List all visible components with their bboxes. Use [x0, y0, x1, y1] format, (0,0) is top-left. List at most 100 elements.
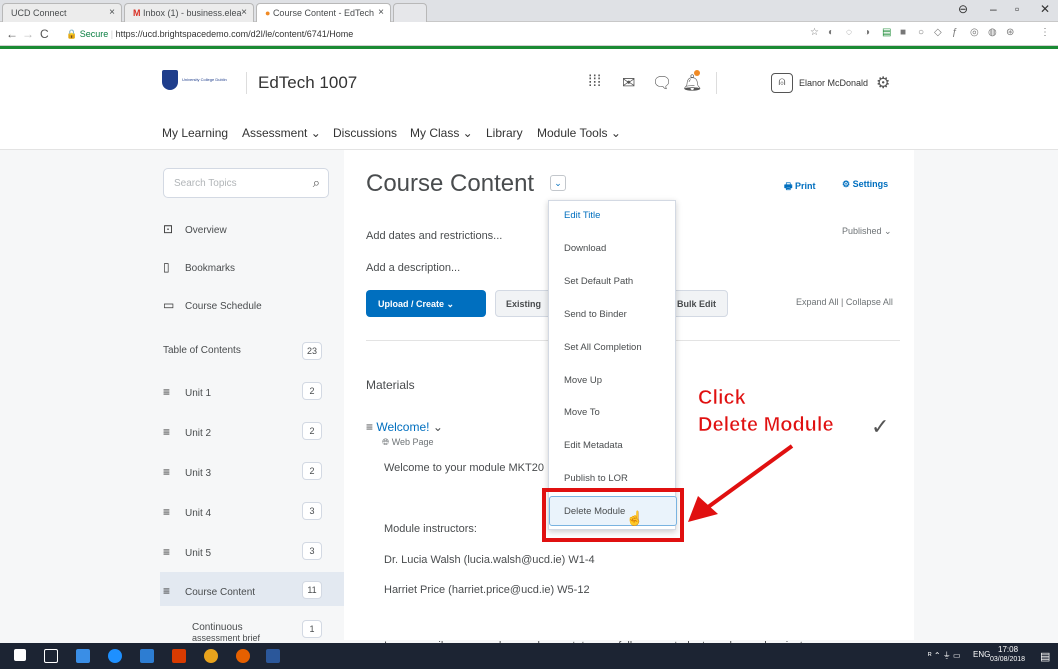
menu-item-set-all-completion[interactable]: Set All Completion: [564, 342, 642, 353]
new-tab-button[interactable]: [393, 3, 427, 22]
nav-module-tools[interactable]: Module Tools ⌄: [537, 126, 621, 140]
extension-icon[interactable]: ◍: [988, 27, 997, 38]
office-icon[interactable]: [172, 649, 186, 663]
clock-time[interactable]: 17:08: [998, 645, 1018, 654]
language-indicator[interactable]: ENG: [973, 650, 990, 659]
extension-icon[interactable]: ◑: [864, 27, 870, 38]
sidebar-item-toc[interactable]: Table of Contents: [163, 345, 241, 356]
sidebar-item-overview[interactable]: ⊡ Overview: [163, 222, 227, 236]
gear-icon[interactable]: ⚙: [876, 73, 890, 93]
extension-icon[interactable]: ƒ: [952, 27, 958, 38]
search-input[interactable]: Search Topics ⌕: [163, 168, 329, 198]
upload-create-button[interactable]: Upload / Create ⌄: [366, 290, 486, 317]
menu-item-download[interactable]: Download: [564, 243, 606, 254]
tab-inbox[interactable]: M Inbox (1) - business.elea ×: [124, 3, 254, 22]
extension-icon[interactable]: ○: [918, 27, 924, 38]
sidebar-subitem[interactable]: Continuous assessment brief: [192, 622, 260, 644]
menu-item-edit-title[interactable]: Edit Title: [564, 210, 600, 221]
close-icon[interactable]: ×: [378, 7, 384, 18]
menu-item-move-to[interactable]: Move To: [564, 407, 600, 418]
tray-icons[interactable]: ᴿ ⌃ ⏚ ▭: [928, 650, 961, 661]
university-logo[interactable]: University College Dublin: [162, 70, 232, 92]
window-close-icon[interactable]: ✕: [1040, 2, 1050, 16]
extension-icon[interactable]: ◐: [828, 27, 834, 38]
topic-welcome[interactable]: ≡ Welcome! ⌄: [366, 420, 443, 434]
nav-my-learning[interactable]: My Learning: [162, 126, 228, 140]
avatar[interactable]: ⍝: [771, 73, 793, 93]
sidebar-item-unit-5[interactable]: ≡ Unit 5: [163, 545, 211, 559]
profile-icon[interactable]: ⊖: [958, 2, 968, 16]
published-dropdown[interactable]: Published ⌄: [842, 226, 892, 237]
star-icon[interactable]: ☆: [810, 27, 819, 38]
extension-icon[interactable]: ⊛: [1006, 27, 1014, 38]
word-icon[interactable]: [266, 649, 280, 663]
course-title[interactable]: EdTech 1007: [258, 73, 357, 93]
chevron-down-icon[interactable]: ⌄: [429, 420, 443, 434]
firefox-icon[interactable]: [236, 649, 250, 663]
sidebar-item-schedule[interactable]: ▭ Course Schedule: [163, 298, 262, 312]
sidebar-item-unit-1[interactable]: ≡ Unit 1: [163, 385, 211, 399]
bell-icon[interactable]: 🔔︎: [682, 73, 702, 93]
print-button[interactable]: 🖶 Print: [784, 179, 816, 195]
sidebar-item-unit-3[interactable]: ≡ Unit 3: [163, 465, 211, 479]
count-badge: 2: [302, 422, 322, 440]
sidebar-item-bookmarks[interactable]: ▯ Bookmarks: [163, 260, 235, 274]
close-icon[interactable]: ×: [109, 7, 115, 18]
edge-icon[interactable]: [108, 649, 122, 663]
add-dates-link[interactable]: Add dates and restrictions...: [366, 230, 502, 242]
drag-handle-icon: ≡: [163, 545, 171, 559]
settings-button[interactable]: ⚙ Settings: [842, 179, 888, 190]
collapse-all-link[interactable]: Collapse All: [846, 297, 893, 307]
existing-activities-button[interactable]: Existing: [495, 290, 555, 317]
add-description-link[interactable]: Add a description...: [366, 262, 460, 274]
menu-item-set-default-path[interactable]: Set Default Path: [564, 276, 633, 287]
minimize-icon[interactable]: –: [990, 2, 997, 16]
menu-item-publish-to-lor[interactable]: Publish to LOR: [564, 473, 628, 484]
tab-ucd-connect[interactable]: UCD Connect ×: [2, 3, 122, 22]
extension-icon[interactable]: ◇: [934, 27, 942, 38]
maximize-icon[interactable]: ▫: [1015, 2, 1019, 16]
menu-item-move-up[interactable]: Move Up: [564, 375, 602, 386]
nav-discussions[interactable]: Discussions: [333, 126, 397, 140]
menu-item-send-to-binder[interactable]: Send to Binder: [564, 309, 627, 320]
existing-label: Existing: [506, 299, 542, 309]
extension-icon[interactable]: ■: [900, 27, 906, 38]
lock-icon: 🔒: [66, 29, 80, 39]
notification-icon[interactable]: ▤: [1040, 650, 1050, 663]
settings-label: Settings: [852, 179, 889, 189]
expand-all-link[interactable]: Expand All: [796, 297, 839, 307]
tab-label: Inbox (1) - business.elea: [143, 8, 242, 18]
tab-course-content[interactable]: ● Course Content - EdTech ×: [256, 3, 391, 22]
course-selector-icon[interactable]: ⁞⁞⁞: [588, 73, 601, 91]
extension-icon[interactable]: ▤: [882, 27, 891, 38]
close-icon[interactable]: ×: [241, 7, 247, 18]
forward-icon[interactable]: →: [22, 27, 34, 41]
search-icon[interactable]: ⌕: [313, 175, 320, 191]
sidebar-item-label: Unit 1: [185, 388, 212, 399]
url-input[interactable]: 🔒 Secure | https://ucd.brightspacedemo.c…: [60, 25, 780, 43]
chrome-menu-icon[interactable]: ⋮: [1040, 27, 1050, 38]
user-name[interactable]: Elanor McDonald: [799, 78, 868, 88]
windows-start-icon[interactable]: [14, 649, 26, 661]
topic-title: Welcome!: [376, 420, 430, 434]
back-icon[interactable]: ←: [6, 27, 18, 41]
nav-assessment[interactable]: Assessment ⌄: [242, 126, 321, 140]
chrome-icon[interactable]: [204, 649, 218, 663]
store-icon[interactable]: [140, 649, 154, 663]
menu-item-edit-metadata[interactable]: Edit Metadata: [564, 440, 623, 451]
file-explorer-icon[interactable]: [76, 649, 90, 663]
sidebar-item-course-content[interactable]: ≡ Course Content: [163, 584, 255, 598]
chat-icon[interactable]: 🗨: [652, 73, 672, 93]
task-view-icon[interactable]: [44, 649, 58, 663]
extension-icon[interactable]: ◌: [846, 27, 852, 38]
sidebar-item-unit-4[interactable]: ≡ Unit 4: [163, 505, 211, 519]
title-dropdown-button[interactable]: ⌄: [550, 175, 566, 191]
clock-date[interactable]: 03/08/2018: [990, 656, 1025, 663]
extension-icon[interactable]: ◎: [970, 27, 979, 38]
message-icon[interactable]: ✉: [622, 73, 635, 93]
secure-label: Secure: [79, 29, 109, 39]
nav-my-class[interactable]: My Class ⌄: [410, 126, 473, 140]
nav-library[interactable]: Library: [486, 126, 523, 140]
sidebar-item-unit-2[interactable]: ≡ Unit 2: [163, 425, 211, 439]
reload-icon[interactable]: C: [40, 27, 49, 41]
